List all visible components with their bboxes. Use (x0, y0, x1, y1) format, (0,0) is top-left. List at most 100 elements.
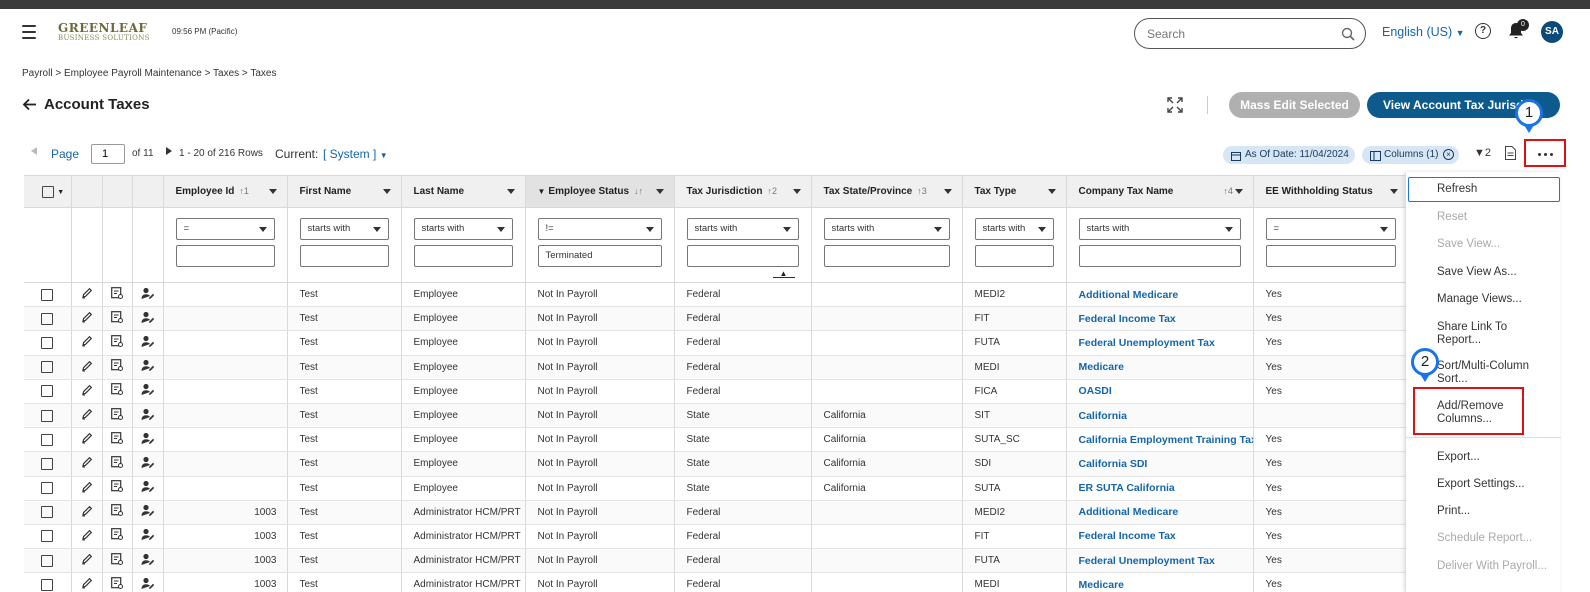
view-details-icon[interactable] (110, 359, 124, 375)
table-row[interactable]: Test Employee Not In Payroll State Californi… (24, 451, 1408, 477)
cell-company-tax-name[interactable]: Additional Medicare (1066, 282, 1254, 308)
edit-pencil-icon[interactable] (81, 384, 93, 399)
edit-employee-icon[interactable] (141, 553, 155, 569)
cell-company-tax-name[interactable]: California Employment Training Tax (1066, 427, 1254, 453)
view-details-icon[interactable] (110, 407, 124, 424)
column-menu-icon[interactable] (1389, 189, 1398, 194)
menu-item-save-view-as[interactable]: Save View As... (1437, 266, 1552, 279)
select-all-checkbox[interactable] (42, 185, 55, 198)
view-details-icon[interactable] (110, 383, 124, 399)
row-checkbox[interactable] (41, 578, 54, 591)
filter-operator-select[interactable]: = (175, 218, 275, 240)
edit-pencil-icon[interactable] (81, 408, 93, 423)
column-header-last-name[interactable]: Last Name (401, 175, 526, 208)
column-header-tax-type[interactable]: Tax Type (962, 175, 1067, 208)
more-actions-button[interactable] (1524, 139, 1566, 167)
row-checkbox[interactable] (41, 554, 54, 567)
edit-employee-icon[interactable] (141, 384, 155, 399)
edit-employee-icon[interactable] (141, 456, 155, 472)
cell-company-tax-name[interactable]: OASDI (1066, 379, 1254, 404)
view-details-icon[interactable] (110, 576, 124, 592)
column-header-ee-withholding-status[interactable]: EE Withholding Status (1253, 175, 1408, 208)
view-details-icon[interactable] (110, 286, 124, 303)
view-details-icon[interactable] (110, 456, 124, 472)
filter-value-input[interactable] (413, 245, 513, 267)
filter-value-input[interactable] (1078, 245, 1241, 267)
edit-employee-icon[interactable] (141, 287, 155, 303)
filter-operator-select[interactable]: != (537, 218, 662, 240)
filter-value-input[interactable] (1265, 245, 1396, 267)
view-details-icon[interactable] (110, 480, 124, 496)
row-checkbox[interactable] (41, 506, 54, 519)
column-menu-icon[interactable] (1047, 189, 1056, 194)
current-view-selector[interactable]: [ System ] ▼ (323, 144, 388, 166)
cell-company-tax-name[interactable]: ER SUTA California (1066, 476, 1254, 501)
table-row[interactable]: Test Employee Not In Payroll Federal MEDI2 Ad… (24, 282, 1408, 308)
view-details-icon[interactable] (110, 310, 124, 327)
collapse-filter-icon[interactable]: ▲ (772, 270, 795, 278)
edit-employee-icon[interactable] (141, 408, 155, 424)
column-header-tax-jurisdiction[interactable]: Tax Jurisdiction ↑2 (674, 175, 812, 208)
next-page-icon[interactable] (165, 144, 173, 164)
column-menu-icon[interactable] (382, 189, 391, 194)
table-row[interactable]: Test Employee Not In Payroll State Californi… (24, 427, 1408, 453)
edit-employee-icon[interactable] (141, 432, 155, 448)
menu-item-share-link[interactable]: Share Link To Report... (1437, 321, 1552, 347)
remove-chip-icon[interactable]: × (1443, 149, 1454, 160)
column-header-first-name[interactable]: First Name (287, 175, 402, 208)
filter-operator-select[interactable]: starts with (1078, 218, 1241, 240)
cell-company-tax-name[interactable]: Federal Income Tax (1066, 524, 1254, 550)
company-logo[interactable]: GREENLEAF BUSINESS SOLUTIONS (58, 21, 156, 49)
column-menu-icon[interactable] (792, 189, 801, 194)
view-details-icon[interactable] (110, 528, 124, 544)
filter-operator-select[interactable]: starts with (299, 218, 389, 240)
filter-value-input[interactable] (823, 245, 950, 267)
hamburger-menu-icon[interactable] (22, 25, 36, 39)
user-avatar[interactable]: SA (1541, 21, 1563, 43)
edit-pencil-icon[interactable] (81, 457, 93, 471)
table-row[interactable]: Test Employee Not In Payroll Federal FUTA Fed… (24, 330, 1408, 356)
table-row[interactable]: 1003 Test Administrator HCM/PRT Not In Payr… (24, 524, 1408, 550)
column-header-tax-state-province[interactable]: Tax State/Province ↑3 (811, 175, 963, 208)
table-row[interactable]: Test Employee Not In Payroll Federal FICA OAS… (24, 379, 1408, 404)
row-checkbox[interactable] (41, 385, 54, 398)
view-details-icon[interactable] (110, 335, 124, 351)
menu-item-print[interactable]: Print... (1437, 505, 1552, 518)
search-icon[interactable] (1341, 27, 1355, 46)
filter-value-input[interactable]: Terminated (537, 245, 662, 267)
row-checkbox[interactable] (41, 457, 54, 470)
cell-company-tax-name[interactable]: Federal Unemployment Tax (1066, 548, 1254, 574)
edit-pencil-icon[interactable] (81, 529, 93, 544)
cell-company-tax-name[interactable]: California (1066, 403, 1254, 429)
menu-item-export[interactable]: Export... (1437, 451, 1552, 464)
filter-value-input[interactable] (686, 245, 799, 267)
back-arrow-icon[interactable] (22, 98, 37, 116)
search-input[interactable] (1147, 27, 1327, 41)
edit-pencil-icon[interactable] (81, 336, 93, 350)
language-selector[interactable]: English (US) ▼ (1382, 25, 1465, 39)
edit-pencil-icon[interactable] (81, 433, 93, 447)
help-icon[interactable]: ? (1475, 23, 1491, 39)
menu-item-manage-views[interactable]: Manage Views... (1437, 293, 1552, 306)
edit-pencil-icon[interactable] (81, 287, 93, 302)
select-all-header[interactable]: ▼ (24, 175, 72, 208)
row-checkbox[interactable] (41, 433, 54, 446)
column-header-employee-id[interactable]: Employee Id ↑1 (163, 175, 288, 208)
menu-item-refresh[interactable]: Refresh (1437, 183, 1552, 196)
row-checkbox[interactable] (41, 312, 54, 325)
table-row[interactable]: Test Employee Not In Payroll Federal FIT Fede… (24, 306, 1408, 332)
cell-company-tax-name[interactable]: Federal Income Tax (1066, 306, 1254, 332)
table-row[interactable]: 1003 Test Administrator HCM/PRT Not In Payr… (24, 572, 1408, 592)
previous-page-icon[interactable] (30, 144, 38, 164)
cell-company-tax-name[interactable]: California SDI (1066, 451, 1254, 477)
edit-employee-icon[interactable] (141, 311, 155, 327)
column-menu-icon[interactable] (655, 189, 664, 194)
view-details-icon[interactable] (110, 431, 124, 448)
edit-pencil-icon[interactable] (81, 554, 93, 568)
filter-operator-select[interactable]: starts with (413, 218, 513, 240)
filter-operator-select[interactable]: starts with (974, 218, 1054, 240)
edit-pencil-icon[interactable] (81, 312, 93, 326)
filter-value-input[interactable] (175, 245, 275, 267)
table-row[interactable]: Test Employee Not In Payroll State Californi… (24, 403, 1408, 429)
edit-employee-icon[interactable] (141, 480, 155, 496)
